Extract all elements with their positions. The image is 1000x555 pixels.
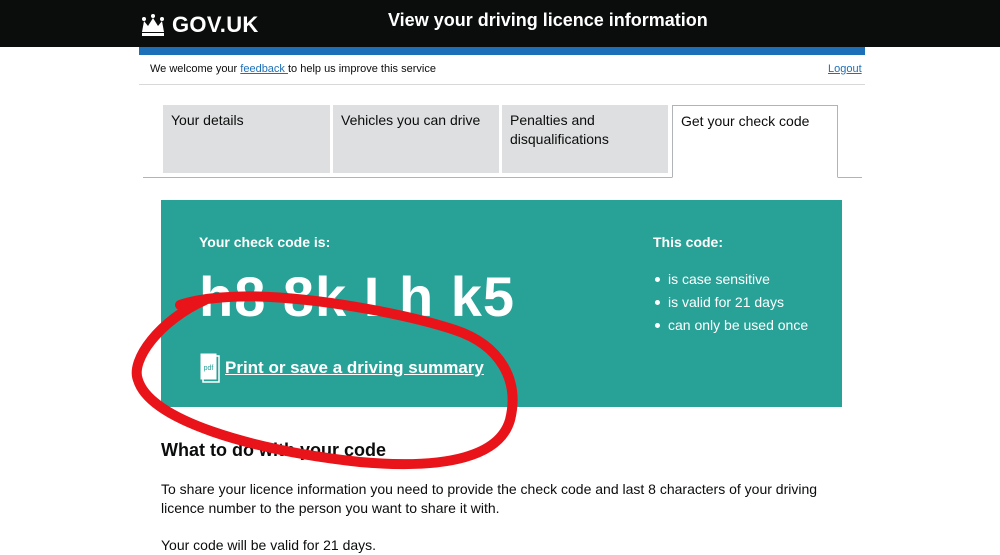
- list-item: can only be used once: [653, 314, 808, 337]
- section-heading: What to do with your code: [161, 440, 386, 460]
- this-code-heading: This code:: [653, 234, 724, 250]
- logout-link[interactable]: Logout: [828, 63, 862, 75]
- govuk-header: GOV.UK View your driving licence informa…: [0, 0, 1000, 47]
- instructions-paragraph: To share your licence information you ne…: [161, 481, 818, 516]
- feedback-suffix: to help us improve this service: [287, 63, 436, 75]
- tab-your-details[interactable]: Your details: [163, 105, 330, 173]
- validity-paragraph: Your code will be valid for 21 days.: [161, 537, 377, 553]
- govuk-logo[interactable]: GOV.UK: [140, 12, 259, 38]
- list-item: is case sensitive: [653, 268, 808, 291]
- print-summary-link[interactable]: Print or save a driving summary: [225, 358, 484, 378]
- feedback-prefix: We welcome your: [150, 63, 241, 75]
- tab-check-code[interactable]: Get your check code: [672, 105, 838, 178]
- feedback-banner: We welcome your feedback to help us impr…: [150, 63, 436, 75]
- check-code-value: h8 8k Lh k5: [199, 265, 516, 328]
- divider: [139, 84, 865, 85]
- check-code-label: Your check code is:: [199, 234, 331, 250]
- tab-list: Your details Vehicles you can drive Pena…: [143, 105, 862, 178]
- list-item: is valid for 21 days: [653, 291, 808, 314]
- service-title[interactable]: View your driving licence information: [388, 10, 708, 31]
- feedback-link[interactable]: feedback: [240, 63, 288, 75]
- crown-icon: [142, 14, 164, 36]
- code-rules-list: is case sensitive is valid for 21 days c…: [653, 268, 808, 337]
- svg-text:pdf: pdf: [204, 365, 214, 372]
- pdf-icon[interactable]: pdf: [200, 353, 220, 383]
- header-blue-bar: [139, 47, 865, 55]
- check-code-panel: Your check code is: h8 8k Lh k5 pdf Prin…: [161, 200, 842, 407]
- tab-vehicles[interactable]: Vehicles you can drive: [333, 105, 499, 173]
- logo-text: GOV.UK: [172, 12, 259, 37]
- tab-penalties[interactable]: Penalties and disqualifications: [502, 105, 668, 173]
